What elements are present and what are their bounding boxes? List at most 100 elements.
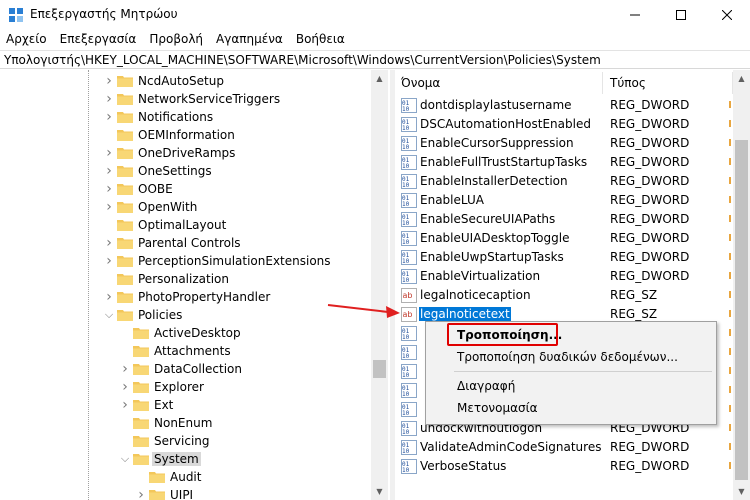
value-row[interactable]: 01 10 EnableCursorSuppression REG_DWORD [395, 134, 733, 153]
close-button[interactable] [704, 0, 750, 30]
tree-item[interactable]: NonEnum [0, 414, 370, 432]
tree-item[interactable]: Audit [0, 468, 370, 486]
chevron-right-icon[interactable]: › [120, 362, 130, 376]
value-row[interactable]: 01 10 VerboseStatus REG_DWORD [395, 457, 733, 476]
tree-item[interactable]: OEMInformation [0, 126, 370, 144]
menu-favorites[interactable]: Αγαπημένα [210, 30, 290, 49]
chevron-right-icon[interactable]: › [104, 92, 114, 106]
tree-scrollbar[interactable]: ▲ ▼ [371, 70, 388, 500]
svg-text:10: 10 [402, 125, 410, 132]
tree-item[interactable]: ActiveDesktop [0, 324, 370, 342]
tree-item[interactable]: › Notifications [0, 108, 370, 126]
chevron-right-icon[interactable]: › [104, 182, 114, 196]
tree-item[interactable]: › UIPI [0, 486, 370, 500]
tree-item[interactable]: Servicing [0, 432, 370, 450]
tree-item[interactable]: › Ext [0, 396, 370, 414]
tree-item[interactable]: › OpenWith [0, 198, 370, 216]
menu-view[interactable]: Προβολή [143, 30, 210, 49]
chevron-right-icon[interactable]: › [104, 74, 114, 88]
value-row[interactable]: 01 10 EnableVirtualization REG_DWORD [395, 267, 733, 286]
chevron-right-icon[interactable]: › [104, 290, 114, 304]
scroll-down-icon[interactable]: ▼ [733, 483, 750, 500]
tree-item-label: NetworkServiceTriggers [138, 92, 281, 106]
tree-item[interactable]: ⌵ Policies [0, 306, 370, 324]
chevron-right-icon[interactable]: › [104, 110, 114, 124]
menu-help[interactable]: Βοήθεια [290, 30, 352, 49]
chevron-right-icon[interactable]: › [136, 488, 146, 500]
scroll-up-icon[interactable]: ▲ [733, 70, 750, 87]
tree-item-label: Attachments [154, 344, 231, 358]
address-bar[interactable]: Υπολογιστής\HKEY_LOCAL_MACHINE\SOFTWARE\… [0, 50, 750, 69]
value-row[interactable]: 01 10 dontdisplaylastusername REG_DWORD [395, 96, 733, 115]
chevron-right-icon[interactable]: › [104, 236, 114, 250]
value-row[interactable]: 01 10 EnableUIADesktopToggle REG_DWORD [395, 229, 733, 248]
tree-item[interactable]: › OneDriveRamps [0, 144, 370, 162]
tree-item[interactable]: › PerceptionSimulationExtensions [0, 252, 370, 270]
dword-value-icon: 0110 [401, 383, 417, 398]
chevron-right-icon[interactable]: › [104, 164, 114, 178]
chevron-right-icon[interactable]: › [120, 380, 130, 394]
column-header-type[interactable]: Τύπος [604, 72, 733, 94]
chevron-down-icon[interactable]: ⌵ [104, 309, 114, 321]
tree-item-label: Servicing [154, 434, 210, 448]
tree-scroll-thumb[interactable] [373, 360, 386, 378]
scroll-down-icon[interactable]: ▼ [371, 483, 388, 500]
value-row[interactable]: 01 10 ValidateAdminCodeSignatures REG_DWORD [395, 438, 733, 457]
tree-item[interactable]: Attachments [0, 342, 370, 360]
maximize-button[interactable] [658, 0, 704, 30]
value-row[interactable]: 01 10 EnableLUA REG_DWORD [395, 191, 733, 210]
scroll-up-icon[interactable]: ▲ [371, 70, 388, 87]
column-header-name[interactable]: Όνομα [395, 72, 603, 94]
tree-item[interactable]: › DataCollection [0, 360, 370, 378]
tree-item[interactable]: OptimalLayout [0, 216, 370, 234]
minimize-icon [630, 14, 640, 16]
values-list[interactable]: Όνομα Τύπος 01 10 dontdisplaylastusername R… [395, 70, 733, 500]
chevron-right-icon[interactable]: › [104, 146, 114, 160]
tree-item[interactable]: ⌵ System [0, 450, 370, 468]
menu-item-rename[interactable]: Μετονομασία [426, 397, 716, 419]
tree-item[interactable]: › Explorer [0, 378, 370, 396]
value-type: REG_DWORD [610, 250, 690, 264]
menu-separator [454, 371, 712, 372]
tree-item[interactable]: › OOBE [0, 180, 370, 198]
values-scroll-thumb[interactable] [735, 140, 748, 480]
folder-icon [117, 166, 133, 177]
tree-item[interactable]: › NetworkServiceTriggers [0, 90, 370, 108]
svg-text:10: 10 [402, 182, 410, 189]
tree-item[interactable]: Personalization [0, 270, 370, 288]
value-row[interactable]: 01 10 EnableSecureUIAPaths REG_DWORD [395, 210, 733, 229]
window-title: Επεξεργαστής Μητρώου [30, 7, 178, 21]
tree-item[interactable]: › NcdAutoSetup [0, 72, 370, 90]
dword-value-icon: 0110 [401, 421, 417, 436]
tree-item-label: Policies [138, 308, 183, 322]
folder-icon [117, 112, 133, 123]
data-column-edge [729, 177, 731, 184]
string-value-icon: ab [401, 288, 417, 303]
dword-value-icon: 0110 [401, 193, 417, 208]
tree-item-label: NonEnum [154, 416, 213, 430]
folder-icon [117, 130, 133, 141]
value-row[interactable]: 01 10 EnableInstallerDetection REG_DWORD [395, 172, 733, 191]
value-row[interactable]: 01 10 EnableUwpStartupTasks REG_DWORD [395, 248, 733, 267]
key-tree[interactable]: › NcdAutoSetup › NetworkServiceTriggers › Not… [0, 70, 390, 500]
svg-text:10: 10 [402, 277, 410, 284]
chevron-right-icon[interactable]: › [104, 200, 114, 214]
folder-icon [133, 382, 149, 393]
data-column-edge [729, 139, 731, 146]
menu-item-modify-binary[interactable]: Τροποποίηση δυαδικών δεδομένων... [426, 346, 716, 368]
tree-item[interactable]: › Parental Controls [0, 234, 370, 252]
value-row[interactable]: ab legalnoticecaption REG_SZ [395, 286, 733, 305]
menu-edit[interactable]: Επεξεργασία [54, 30, 144, 49]
data-column-edge [729, 234, 731, 241]
menu-file[interactable]: Αρχείο [0, 30, 54, 49]
value-row[interactable]: 01 10 EnableFullTrustStartupTasks REG_DWORD [395, 153, 733, 172]
values-scrollbar[interactable]: ▲ ▼ [733, 70, 750, 500]
tree-item[interactable]: › PhotoPropertyHandler [0, 288, 370, 306]
value-row[interactable]: 01 10 DSCAutomationHostEnabled REG_DWORD [395, 115, 733, 134]
minimize-button[interactable] [612, 0, 658, 30]
menu-item-delete[interactable]: Διαγραφή [426, 375, 716, 397]
tree-item[interactable]: › OneSettings [0, 162, 370, 180]
chevron-right-icon[interactable]: › [120, 398, 130, 412]
chevron-right-icon[interactable]: › [104, 254, 114, 268]
chevron-down-icon[interactable]: ⌵ [120, 453, 130, 465]
